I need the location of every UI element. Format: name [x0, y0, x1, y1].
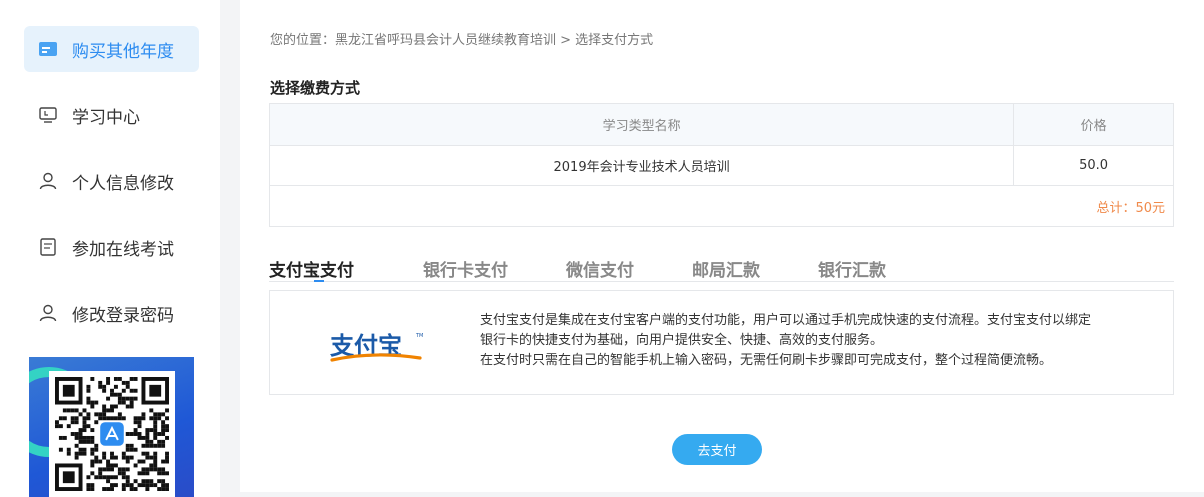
alipay-logo-tm: TM [415, 333, 423, 339]
sidebar-item-label: 修改登录密码 [72, 305, 174, 326]
monitor-icon [38, 105, 58, 125]
description-line: 支付宝支付是集成在支付宝客户端的支付功能，用户可以通过手机完成快速的支付流程。支… [480, 313, 1092, 328]
alipay-logo: 支付宝 TM [328, 329, 428, 367]
description-line: 在支付时只需在自己的智能手机上输入密码，无需任何刷卡步骤即可完成支付，整个过程简… [480, 353, 1053, 368]
tab-postal-remittance[interactable]: 邮局汇款 [692, 256, 760, 281]
sidebar-item-label: 购买其他年度 [72, 41, 174, 62]
payment-tabs: 支付宝支付 银行卡支付 微信支付 邮局汇款 银行汇款 [269, 254, 1174, 282]
pay-button[interactable]: 去支付 [672, 434, 762, 465]
column-header-price: 价格 [1013, 103, 1174, 146]
sidebar-item-online-exam[interactable]: 参加在线考试 [24, 224, 199, 270]
tab-bank-remittance[interactable]: 银行汇款 [818, 256, 886, 281]
sidebar-item-label: 参加在线考试 [72, 239, 174, 260]
price-cell: 50.0 [1013, 145, 1174, 186]
sidebar-item-buy-other-year[interactable]: 购买其他年度 [24, 26, 199, 72]
sidebar: 购买其他年度 学习中心 个人信息修改 参加在线考试 修改登录密码 [0, 0, 220, 497]
user-icon [38, 303, 58, 323]
course-name-cell: 2019年会计专业技术人员培训 [268, 145, 1015, 186]
table-row: 2019年会计专业技术人员培训 50.0 [268, 145, 1174, 186]
price-table: 学习类型名称 价格 2019年会计专业技术人员培训 50.0 总计：50元 [268, 103, 1174, 227]
active-tab-indicator [314, 280, 324, 282]
alipay-description: 支付宝支付是集成在支付宝客户端的支付功能，用户可以通过手机完成快速的支付流程。支… [480, 311, 1160, 371]
tab-wechat[interactable]: 微信支付 [566, 256, 634, 281]
table-total-row: 总计：50元 [269, 185, 1174, 227]
card-icon [38, 39, 58, 59]
sidebar-item-profile-edit[interactable]: 个人信息修改 [24, 158, 199, 204]
user-icon [38, 171, 58, 191]
description-line: 银行卡的快捷支付为基础，向用户提供安全、快捷、高效的支付服务。 [480, 333, 884, 348]
sidebar-item-learning-center[interactable]: 学习中心 [24, 92, 199, 138]
tab-bank-card[interactable]: 银行卡支付 [423, 256, 508, 281]
qr-promo-card [29, 357, 194, 497]
alipay-panel: 支付宝 TM 支付宝支付是集成在支付宝客户端的支付功能，用户可以通过手机完成快速… [269, 290, 1174, 395]
breadcrumb: 您的位置：黑龙江省呼玛县会计人员继续教育培训 > 选择支付方式 [270, 33, 654, 48]
qr-code-icon [49, 371, 175, 497]
main-content: 您的位置：黑龙江省呼玛县会计人员继续教育培训 > 选择支付方式 选择缴费方式 学… [240, 0, 1204, 492]
page-title: 选择缴费方式 [270, 79, 361, 97]
sidebar-item-label: 个人信息修改 [72, 173, 174, 194]
sidebar-item-label: 学习中心 [72, 107, 140, 128]
tab-alipay[interactable]: 支付宝支付 [269, 256, 354, 281]
sidebar-item-change-password[interactable]: 修改登录密码 [24, 290, 199, 336]
table-header-row: 学习类型名称 价格 [268, 103, 1174, 146]
column-header-name: 学习类型名称 [268, 103, 1015, 146]
document-icon [38, 237, 58, 257]
total-amount: 总计：50元 [269, 185, 1174, 227]
